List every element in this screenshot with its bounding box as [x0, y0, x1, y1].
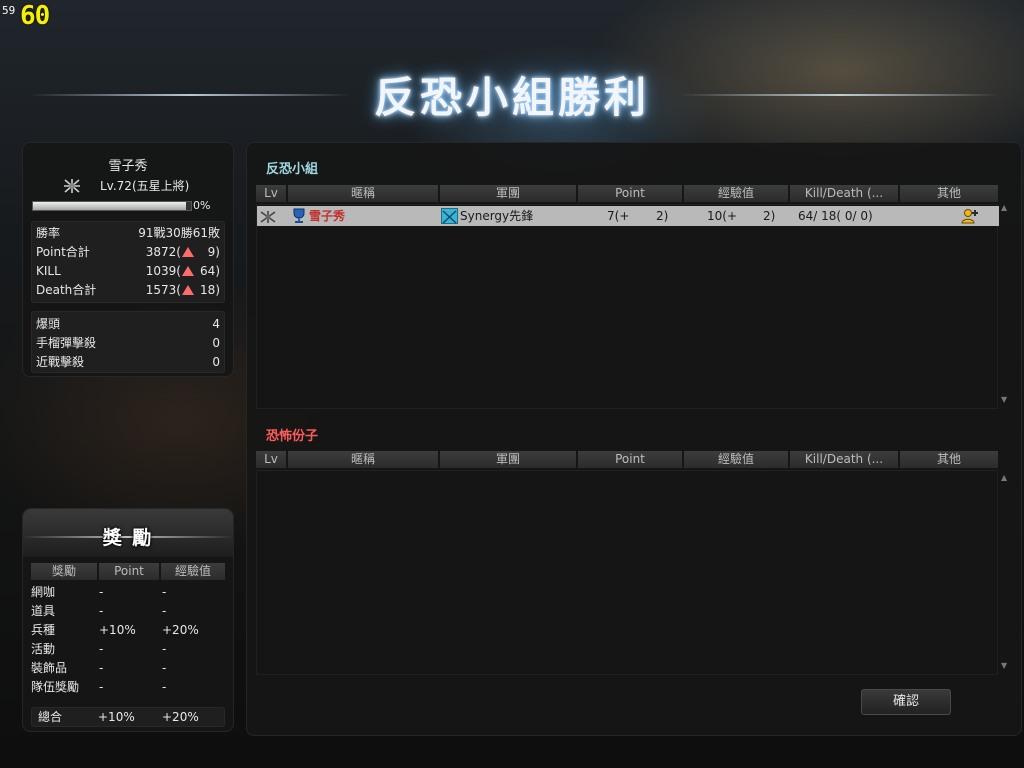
reward-table-header: 獎勵 Point 經驗值 [31, 563, 225, 580]
t-scroll-up-icon[interactable]: ▲ [1001, 473, 1007, 482]
reward-col-reward: 獎勵 [31, 563, 99, 580]
kill-value-grenade: 0 [212, 336, 220, 350]
col-clan: 軍團 [440, 185, 578, 202]
kill-value-headshot: 4 [212, 317, 220, 331]
col-kd: Kill/Death (... [790, 185, 900, 202]
ct-scroll-up-icon[interactable]: ▲ [1001, 203, 1007, 212]
reward-row: 活動 - - [31, 642, 167, 656]
reward-row: 裝飾品 - - [31, 661, 167, 675]
reward-row: 道具 - - [31, 604, 167, 618]
t-scroll-down-icon[interactable]: ▼ [1001, 661, 1007, 670]
t-table-body [256, 470, 998, 675]
player-clan: Synergy先鋒 [460, 209, 534, 223]
reward-panel: 獎 勵 獎勵 Point 經驗值 網咖 - - 道具 - - 兵種 +10% +20% 活動… [22, 508, 234, 732]
reward-row: 兵種 +10% +20% [31, 623, 199, 637]
t-table-header: Lv 暱稱 軍團 Point 經驗值 Kill/Death (... 其他 [256, 451, 998, 468]
rank-insignia-icon [259, 209, 277, 223]
stat-label-kill: KILL [36, 264, 61, 278]
player-point: 7(+ [607, 209, 630, 223]
stat-label-winrate: 勝率 [36, 226, 61, 240]
reward-total-point: +10% [98, 710, 135, 724]
reward-col-point: Point [99, 563, 161, 580]
player-nickname: 雪子秀 [309, 209, 346, 223]
player-level: Lv.72(五星上將) [100, 179, 190, 193]
col-exp: 經驗值 [684, 451, 790, 468]
player-name: 雪子秀 [108, 159, 148, 174]
rank-insignia-icon [63, 178, 81, 194]
player-exp: 10(+ [707, 209, 738, 223]
title-line-right [680, 94, 1000, 96]
stat-value-death: 1573(18) [145, 283, 220, 297]
ct-team-title: 反恐小組 [266, 162, 319, 177]
exp-percent-label: 0% [193, 199, 211, 212]
ct-table-body: 雪子秀 Synergy先鋒 7(+ 2) 10(+ 2) 64/ 18( 0/ … [256, 204, 999, 409]
stat-value-winrate: 91戰30勝61敗 [138, 226, 220, 240]
kill-stats-box: 爆頭 4 手榴彈擊殺 0 近戰擊殺 0 [31, 311, 225, 373]
exp-bar-fill [33, 202, 187, 210]
player-point-delta: 2) [656, 209, 669, 223]
ct-scroll-down-icon[interactable]: ▼ [1001, 395, 1007, 404]
col-clan: 軍團 [440, 451, 578, 468]
title-line-left [30, 94, 350, 96]
col-kd: Kill/Death (... [790, 451, 900, 468]
kill-value-melee: 0 [212, 355, 220, 369]
player-row[interactable]: 雪子秀 Synergy先鋒 7(+ 2) 10(+ 2) 64/ 18( 0/ … [257, 206, 999, 226]
player-stats-box: 勝率 91戰30勝61敗 Point合計 3872(9) KILL 1039(6… [31, 221, 225, 303]
clan-emblem-icon [441, 208, 458, 224]
stat-value-kill: 1039(64) [145, 264, 220, 278]
trophy-icon [291, 208, 307, 224]
col-other: 其他 [936, 452, 961, 466]
col-exp: 經驗值 [684, 185, 790, 202]
fps-small-text: 59 [2, 4, 16, 17]
reward-total-exp: +20% [162, 710, 199, 724]
col-point: Point [578, 185, 684, 202]
stat-label-point: Point合計 [36, 245, 90, 259]
col-lv: Lv [256, 451, 288, 468]
kill-label-melee: 近戰擊殺 [36, 355, 85, 369]
results-panel: 反恐小組 Lv 暱稱 軍團 Point 經驗值 Kill/Death (... … [246, 142, 1022, 736]
col-other: 其他 [936, 186, 961, 200]
t-team-title: 恐怖份子 [266, 429, 319, 444]
victory-title: 反恐小組勝利 [373, 73, 650, 122]
col-nickname: 暱稱 [288, 185, 440, 202]
player-panel: 雪子秀 Lv.72(五星上將) 0% 勝率 91戰30勝61敗 Point合計 … [22, 142, 234, 377]
up-arrow-icon [182, 247, 194, 257]
up-arrow-icon [182, 266, 194, 276]
reward-col-exp: 經驗值 [174, 564, 211, 578]
ct-table-header: Lv 暱稱 軍團 Point 經驗值 Kill/Death (... 其他 [256, 185, 998, 202]
col-lv: Lv [256, 185, 288, 202]
reward-total-row: 總合 +10% +20% [31, 707, 225, 727]
col-nickname: 暱稱 [288, 451, 440, 468]
reward-row: 隊伍獎勵 - - [31, 680, 167, 694]
col-point: Point [578, 451, 684, 468]
reward-total-label: 總合 [38, 710, 63, 724]
stat-value-point: 3872(9) [145, 245, 220, 259]
add-friend-icon[interactable] [961, 208, 979, 224]
kill-label-grenade: 手榴彈擊殺 [36, 336, 97, 350]
fps-counter: 60 [20, 1, 50, 31]
reward-rows: 網咖 - - 道具 - - 兵種 +10% +20% 活動 - - 裝飾品 - - 隊伍獎勵 - - [31, 583, 225, 697]
exp-bar [32, 201, 192, 211]
player-exp-delta: 2) [763, 209, 776, 223]
stat-label-death: Death合計 [36, 283, 97, 297]
confirm-button[interactable]: 確認 [861, 689, 951, 715]
kill-label-headshot: 爆頭 [36, 317, 61, 331]
up-arrow-icon [182, 285, 194, 295]
reward-row: 網咖 - - [31, 585, 167, 599]
player-kill-death: 64/ 18( 0/ 0) [798, 209, 873, 223]
reward-title: 獎 勵 [102, 527, 154, 549]
